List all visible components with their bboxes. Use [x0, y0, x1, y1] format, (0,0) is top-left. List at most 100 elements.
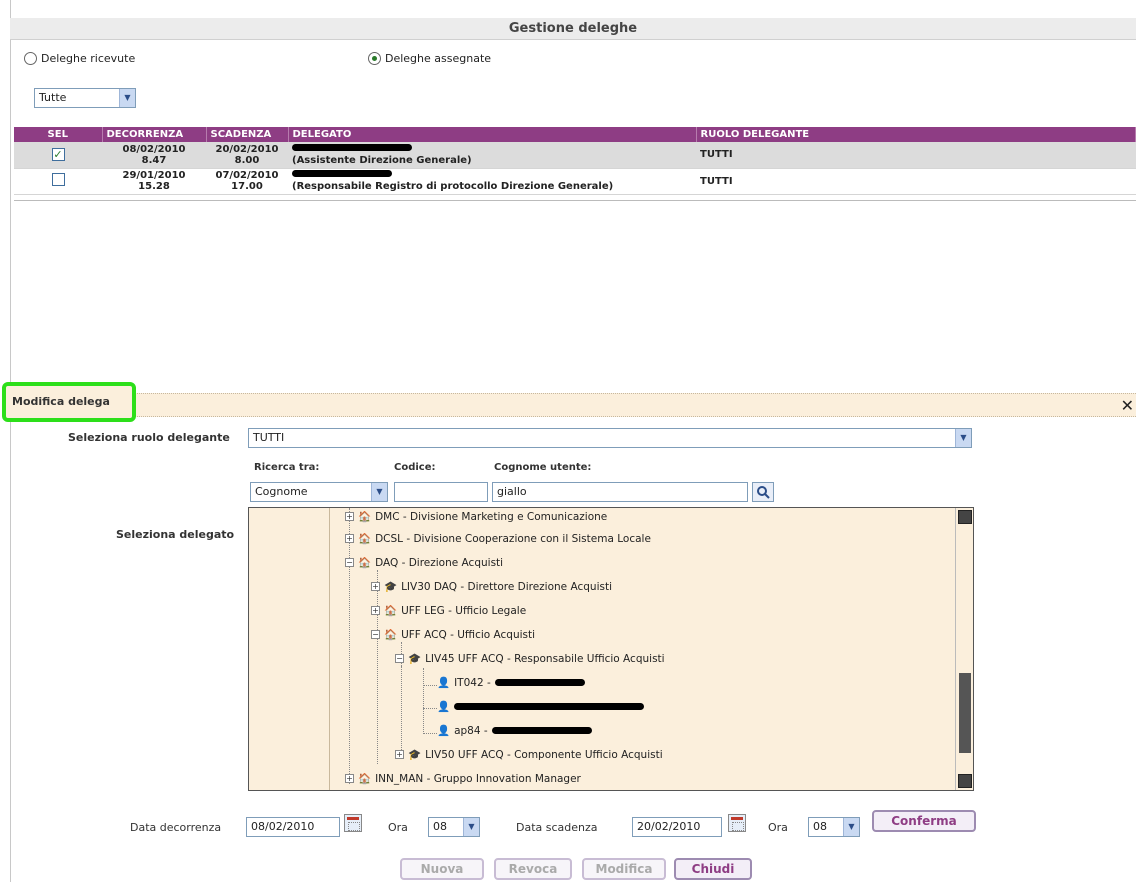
tree-node[interactable]: + 🏠 DMC - Divisione Marketing e Comunica… — [345, 510, 607, 523]
expand-icon[interactable]: + — [395, 750, 404, 759]
checkbox-checked[interactable]: ✓ — [51, 148, 65, 162]
expand-icon[interactable]: + — [371, 606, 380, 615]
scadenza-date: 20/02/2010 — [215, 143, 279, 155]
house-icon: 🏠 — [384, 605, 398, 617]
table-row[interactable]: 29/01/2010 15.28 07/02/2010 17.00 (Respo… — [14, 168, 1136, 195]
revoca-button[interactable]: Revoca — [494, 858, 572, 880]
tree-node[interactable]: − 🎓 LIV45 UFF ACQ - Responsabile Ufficio… — [395, 652, 665, 665]
tree-scrollbar[interactable] — [955, 508, 973, 790]
col-delegato[interactable]: DELEGATO — [288, 127, 697, 142]
radio-received[interactable]: Deleghe ricevute — [24, 52, 135, 65]
expand-icon[interactable]: + — [345, 512, 354, 521]
ruolo-cell: TUTTI — [696, 142, 1136, 169]
tree-node[interactable]: + 🎓 LIV30 DAQ - Direttore Direzione Acqu… — [371, 580, 612, 593]
tree-node-label: LIV50 UFF ACQ - Componente Ufficio Acqui… — [425, 748, 663, 761]
tree-node[interactable]: + 🏠 DCSL - Divisione Cooperazione con il… — [345, 532, 651, 545]
radio-assigned[interactable]: Deleghe assegnate — [368, 52, 491, 65]
col-sel[interactable]: SEL — [14, 127, 103, 142]
radio-checked-icon[interactable] — [368, 52, 381, 65]
filter-select[interactable]: Tutte ▼ — [34, 88, 136, 108]
tree-node[interactable]: − 🏠 UFF ACQ - Ufficio Acquisti — [371, 628, 535, 641]
data-scadenza-label: Data scadenza — [516, 821, 598, 834]
modifica-button[interactable]: Modifica — [582, 858, 666, 880]
tree-node[interactable]: − 🏠 DAQ - Direzione Acquisti — [345, 556, 503, 569]
table-header-row: SEL DECORRENZA SCADENZA DELEGATO RUOLO D… — [14, 127, 1136, 142]
expand-icon[interactable]: + — [371, 582, 380, 591]
tree-connector — [423, 708, 437, 709]
tree-node[interactable]: + 🎓 LIV50 UFF ACQ - Componente Ufficio A… — [395, 748, 663, 761]
radio-assigned-label: Deleghe assegnate — [385, 52, 492, 65]
edit-section-bar — [10, 393, 1136, 417]
filter-select-value: Tutte — [39, 91, 67, 104]
col-scadenza[interactable]: SCADENZA — [206, 127, 289, 142]
collapse-icon[interactable]: − — [395, 654, 404, 663]
confirm-button[interactable]: Conferma — [872, 810, 976, 832]
scadenza-cell: 20/02/2010 8.00 — [206, 142, 288, 169]
ora-scadenza-select[interactable]: 08 ▼ — [808, 817, 860, 837]
ruolo-select-value: TUTTI — [253, 431, 285, 444]
delegato-cell: (Responsabile Registro di protocollo Dir… — [288, 168, 696, 195]
tree-column-divider — [329, 508, 330, 790]
tree-node-label: UFF LEG - Ufficio Legale — [401, 604, 527, 617]
ricerca-label: Ricerca tra: — [254, 462, 320, 473]
data-scadenza-input[interactable]: 20/02/2010 — [632, 817, 722, 837]
scroll-thumb[interactable] — [959, 673, 971, 753]
chevron-down-icon[interactable]: ▼ — [371, 483, 387, 501]
tree-leaf[interactable]: 👤 — [437, 700, 645, 713]
tree-node[interactable]: + 🏠 UFF LEG - Ufficio Legale — [371, 604, 526, 617]
radio-unchecked-icon[interactable] — [24, 52, 37, 65]
tree-node[interactable]: + 🏠 INN_MAN - Gruppo Innovation Manager — [345, 772, 581, 785]
ruolo-select[interactable]: TUTTI ▼ — [248, 428, 972, 448]
data-decorrenza-input[interactable]: 08/02/2010 — [246, 817, 340, 837]
row-select-cell — [14, 168, 102, 195]
chevron-down-icon[interactable]: ▼ — [843, 818, 859, 836]
table-row[interactable]: ✓ 08/02/2010 8.47 20/02/2010 8.00 (Assis… — [14, 142, 1136, 169]
chevron-down-icon[interactable]: ▼ — [119, 89, 135, 107]
codice-input[interactable] — [394, 482, 488, 502]
tree-leaf[interactable]: 👤 ap84 - — [437, 724, 592, 737]
scroll-up-icon[interactable] — [958, 510, 972, 524]
expand-icon[interactable]: + — [345, 534, 354, 543]
tree-connector — [423, 733, 437, 734]
redacted-name — [494, 679, 585, 686]
delegations-table: SEL DECORRENZA SCADENZA DELEGATO RUOLO D… — [14, 127, 1136, 195]
ora-decorrenza-select[interactable]: 08 ▼ — [428, 817, 480, 837]
delegato-tree[interactable]: + 🏠 DMC - Divisione Marketing e Comunica… — [248, 507, 974, 791]
tree-leaf[interactable]: 👤 IT042 - — [437, 676, 585, 689]
chiudi-button[interactable]: Chiudi — [674, 858, 752, 880]
tree-node-label: DAQ - Direzione Acquisti — [375, 556, 504, 569]
expand-icon[interactable]: + — [345, 774, 354, 783]
delegato-role: (Assistente Direzione Generale) — [292, 154, 472, 166]
decorrenza-cell: 08/02/2010 8.47 — [102, 142, 206, 169]
house-icon: 🏠 — [384, 629, 398, 641]
house-icon: 🏠 — [358, 773, 372, 785]
ora-scadenza-label: Ora — [768, 821, 788, 834]
col-ruolo-delegante[interactable]: RUOLO DELEGANTE — [696, 127, 1136, 142]
chevron-down-icon[interactable]: ▼ — [463, 818, 479, 836]
redacted-name — [491, 727, 592, 734]
checkbox-unchecked[interactable] — [51, 173, 65, 186]
tree-node-label: LIV30 DAQ - Direttore Direzione Acquisti — [401, 580, 612, 593]
chevron-down-icon[interactable]: ▼ — [955, 429, 971, 447]
row-select-cell: ✓ — [14, 142, 102, 169]
tree-node-label: DCSL - Divisione Cooperazione con il Sis… — [375, 532, 651, 545]
close-icon[interactable]: ✕ — [1121, 396, 1134, 415]
tree-node-label: INN_MAN - Gruppo Innovation Manager — [375, 772, 581, 785]
col-decorrenza[interactable]: DECORRENZA — [102, 127, 207, 142]
calendar-icon[interactable] — [728, 814, 746, 832]
tree-node-label: LIV45 UFF ACQ - Responsabile Ufficio Acq… — [425, 652, 665, 665]
collapse-icon[interactable]: − — [371, 630, 380, 639]
delegato-cell: (Assistente Direzione Generale) — [288, 142, 696, 169]
collapse-icon[interactable]: − — [345, 558, 354, 567]
ricerca-select[interactable]: Cognome ▼ — [250, 482, 388, 502]
ora-scadenza-value: 08 — [813, 820, 827, 833]
cognome-input[interactable]: giallo — [492, 482, 748, 502]
scroll-down-icon[interactable] — [958, 774, 972, 788]
decorrenza-time: 8.47 — [141, 154, 167, 166]
nuova-button[interactable]: Nuova — [400, 858, 484, 880]
calendar-icon[interactable] — [344, 814, 362, 832]
tree-connector — [423, 668, 424, 734]
tree-connector — [377, 570, 378, 764]
search-button[interactable] — [752, 482, 774, 502]
house-icon: 🏠 — [358, 533, 372, 545]
